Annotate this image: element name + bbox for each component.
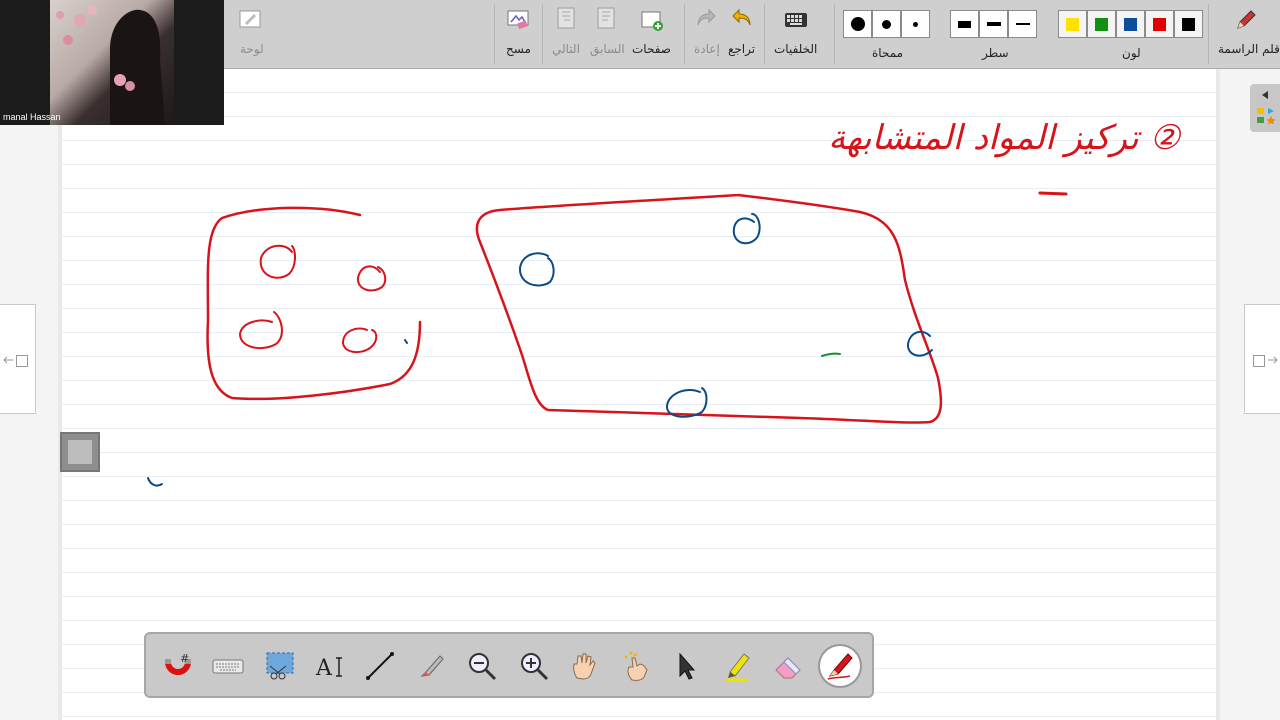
color-swatch-red[interactable] — [1145, 10, 1174, 38]
pointing-hand-icon — [624, 651, 648, 681]
paper-right-edge — [1216, 69, 1220, 720]
line-icon — [366, 652, 394, 680]
red-pen-icon — [827, 653, 853, 680]
svg-text:A: A — [315, 656, 333, 681]
participant-video — [50, 0, 174, 125]
magic-snap-button[interactable]: # — [158, 646, 198, 686]
keyboard-icon — [212, 659, 244, 674]
highlighter-icon — [726, 653, 750, 682]
paper-left-edge — [58, 69, 62, 720]
backgrounds-label: الخلفيات — [774, 42, 818, 56]
highlighter-button[interactable] — [718, 646, 758, 686]
redo-label: إعادة — [694, 42, 720, 56]
color-swatch-blue[interactable] — [1116, 10, 1145, 38]
eraser-medium-button[interactable] — [872, 10, 901, 38]
right-panel-toggle[interactable] — [1244, 304, 1280, 414]
heading-underline-mark — [1038, 191, 1068, 196]
zoom-out-icon — [469, 653, 497, 681]
keyboard-button[interactable] — [208, 646, 248, 686]
pages-label: صفحات — [632, 42, 671, 56]
board-label: لوحة — [240, 42, 264, 56]
collapse-arrow-icon — [1262, 91, 1268, 99]
left-panel-toggle[interactable] — [0, 304, 36, 414]
undo-icon — [732, 8, 751, 26]
color-swatch-black[interactable] — [1174, 10, 1203, 38]
panel-square-icon — [16, 355, 28, 367]
redo-icon — [697, 8, 716, 26]
zoom-in-button[interactable] — [514, 646, 554, 686]
previous-page-label: السابق — [590, 42, 625, 56]
color-label: لون — [1122, 46, 1141, 60]
cursor-arrow-icon — [679, 652, 696, 680]
svg-text:#: # — [180, 652, 189, 665]
backgrounds-button[interactable]: الخلفيات — [768, 0, 826, 68]
participant-name: manal Hassan — [3, 112, 61, 122]
undo-button[interactable]: تراجع — [724, 0, 760, 68]
pen-label: قلم الراسمة — [1218, 42, 1280, 56]
pen-tool-group[interactable]: قلم الراسمة — [1214, 0, 1280, 68]
magnet-icon: # — [165, 652, 191, 675]
pen-icon — [420, 655, 444, 677]
line-medium-button[interactable] — [979, 10, 1008, 38]
zoom-in-icon — [521, 653, 549, 681]
next-page-icon — [557, 7, 575, 29]
participant-silhouette — [56, 5, 165, 125]
shapes-icon — [1257, 108, 1276, 125]
whiteboard-canvas[interactable] — [60, 69, 1218, 720]
pen-active-button[interactable] — [820, 646, 860, 686]
clear-label: مسح — [506, 42, 531, 56]
board-button[interactable]: لوحة — [224, 0, 264, 68]
select-button[interactable] — [666, 646, 706, 686]
hand-icon — [573, 653, 596, 680]
keyboard-icon — [785, 13, 807, 27]
panel-square-icon — [1253, 355, 1265, 367]
pen-icon — [1237, 10, 1256, 29]
next-page-button[interactable]: التالي — [548, 0, 586, 68]
clear-page-icon — [507, 10, 529, 30]
arrow-left-icon — [3, 356, 13, 364]
creative-pen-button[interactable] — [412, 646, 452, 686]
line-thick-button[interactable] — [950, 10, 979, 38]
touch-select-button[interactable] — [616, 646, 656, 686]
previous-page-button[interactable]: السابق — [588, 0, 626, 68]
line-thin-button[interactable] — [1008, 10, 1037, 38]
zoom-out-button[interactable] — [462, 646, 502, 686]
pan-button[interactable] — [564, 646, 604, 686]
screen-capture-icon — [266, 652, 294, 680]
floating-toolbar: # A — [144, 632, 874, 698]
line-tool-button[interactable] — [360, 646, 400, 686]
screen-capture-button[interactable] — [260, 646, 300, 686]
next-page-label: التالي — [552, 42, 580, 56]
color-swatch-green[interactable] — [1087, 10, 1116, 38]
board-icon — [239, 10, 261, 28]
eraser-label: ممحاة — [872, 46, 904, 60]
line-label: سطر — [982, 46, 1009, 60]
text-icon: A — [315, 656, 342, 681]
previous-page-icon — [597, 7, 615, 29]
text-tool-button[interactable]: A — [310, 646, 350, 686]
gallery-panel-toggle[interactable] — [1250, 84, 1280, 132]
handwritten-heading: ② تركيز المواد المتشابهة — [828, 118, 1180, 158]
floating-widget-button[interactable] — [60, 432, 100, 472]
eraser-button[interactable] — [768, 646, 808, 686]
redo-button[interactable]: إعادة — [690, 0, 724, 68]
eraser-small-button[interactable] — [901, 10, 930, 38]
color-swatch-yellow[interactable] — [1058, 10, 1087, 38]
eraser-large-button[interactable] — [843, 10, 872, 38]
eraser-icon — [775, 657, 801, 679]
pages-button[interactable]: صفحات — [628, 0, 678, 68]
arrow-right-icon — [1268, 356, 1278, 364]
webcam-tile[interactable]: manal Hassan — [0, 0, 224, 125]
undo-label: تراجع — [728, 42, 756, 56]
add-page-icon — [641, 11, 663, 31]
clear-button[interactable]: مسح — [498, 0, 538, 68]
